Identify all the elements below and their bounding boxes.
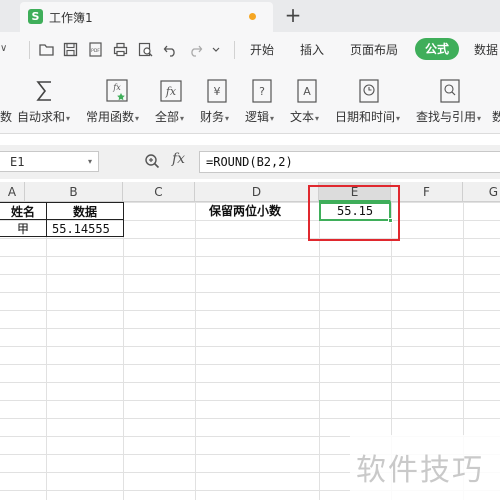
formula-text: =ROUND(B2,2) — [206, 155, 293, 169]
function-star-icon[interactable]: fx — [104, 78, 130, 104]
redo-icon[interactable] — [187, 41, 204, 58]
document-tab[interactable]: S 工作簿1 — [20, 2, 273, 32]
cell-b1[interactable]: 数据 — [46, 202, 124, 220]
undo-icon[interactable] — [162, 41, 179, 58]
cell-a1[interactable]: 姓名 — [0, 202, 47, 220]
cell-d1[interactable]: 保留两位小数 — [209, 202, 281, 220]
svg-text:PDF: PDF — [91, 48, 100, 54]
title-bar: S 工作簿1 + — [0, 0, 500, 32]
menu-bar: ∨ PDF 开始 插入 页面布局 公式 数据 — [0, 32, 500, 68]
text-functions-button[interactable]: 文本▾ — [290, 108, 319, 125]
name-box[interactable]: E1 ▾ — [0, 151, 99, 172]
new-tab-button[interactable]: + — [283, 3, 303, 27]
clock-book-icon[interactable] — [356, 78, 382, 104]
lookup-reference-button[interactable]: 查找与引用▾ — [416, 108, 481, 125]
menu-separator — [234, 41, 235, 59]
unsaved-indicator-dot — [249, 13, 256, 20]
print-icon[interactable] — [112, 41, 129, 58]
chevron-down-icon[interactable]: ▾ — [88, 157, 92, 166]
autosum-button[interactable]: 自动求和▾ — [17, 108, 70, 125]
open-folder-icon[interactable] — [38, 41, 55, 58]
svg-text:fx: fx — [165, 85, 177, 98]
fx-icon[interactable]: fx — [158, 78, 184, 104]
save-icon[interactable] — [62, 41, 79, 58]
formula-bar: E1 ▾ fx =ROUND(B2,2) — [0, 145, 500, 179]
svg-text:?: ? — [259, 85, 265, 98]
column-header-a[interactable]: A — [0, 182, 25, 202]
all-functions-button[interactable]: 全部▾ — [155, 108, 184, 125]
svg-text:¥: ¥ — [214, 85, 221, 98]
cell-b2[interactable]: 55.14555 — [46, 219, 124, 237]
quick-access-more-icon[interactable] — [211, 41, 221, 58]
date-time-button[interactable]: 日期和时间▾ — [335, 108, 400, 125]
formula-input[interactable]: =ROUND(B2,2) — [199, 151, 500, 173]
formula-ribbon: 数 自动求和▾ fx 常用函数▾ fx 全部▾ ¥ 财务▾ ? 逻辑▾ A 文本… — [0, 68, 500, 134]
search-book-icon[interactable] — [437, 78, 463, 104]
watermark: 软件技巧 — [350, 435, 500, 500]
sigma-icon[interactable] — [32, 78, 58, 104]
grid-line — [195, 202, 196, 500]
grid-line — [319, 202, 320, 500]
svg-text:A: A — [303, 85, 311, 98]
column-header-g[interactable]: G — [463, 182, 500, 202]
name-box-value: E1 — [10, 155, 25, 169]
grid-line — [46, 202, 47, 500]
financial-button[interactable]: 财务▾ — [200, 108, 229, 125]
zoom-icon[interactable] — [144, 153, 160, 169]
question-book-icon[interactable]: ? — [249, 78, 275, 104]
watermark-text: 软件技巧 — [356, 453, 484, 488]
print-preview-icon[interactable] — [137, 41, 154, 58]
window-strip — [323, 0, 500, 32]
ribbon-cut-label-left[interactable]: 数 — [0, 108, 12, 125]
document-tab-title: 工作簿1 — [49, 11, 93, 25]
menu-formulas[interactable]: 公式 — [415, 38, 459, 60]
text-book-icon[interactable]: A — [294, 78, 320, 104]
logical-button[interactable]: 逻辑▾ — [245, 108, 274, 125]
spreadsheet-app-icon: S — [28, 9, 43, 24]
menu-collapse-caret-icon[interactable]: ∨ — [0, 43, 7, 54]
common-functions-button[interactable]: 常用函数▾ — [86, 108, 139, 125]
column-header-b[interactable]: B — [25, 182, 123, 202]
menu-insert[interactable]: 插入 — [300, 41, 324, 58]
annotation-highlight-box — [308, 185, 400, 241]
menu-data[interactable]: 数据 — [474, 41, 498, 58]
insert-function-icon[interactable]: fx — [172, 151, 185, 167]
column-header-d[interactable]: D — [195, 182, 319, 202]
grid-line — [123, 202, 124, 500]
column-header-f[interactable]: F — [391, 182, 463, 202]
menu-page-layout[interactable]: 页面布局 — [350, 41, 398, 58]
column-header-c[interactable]: C — [123, 182, 195, 202]
ribbon-cut-label-right[interactable]: 数 — [492, 108, 500, 125]
svg-text:fx: fx — [112, 83, 121, 92]
menu-separator — [29, 41, 30, 59]
column-header-row: A B C D E F G — [0, 182, 500, 202]
export-pdf-icon[interactable]: PDF — [87, 41, 104, 58]
yen-book-icon[interactable]: ¥ — [204, 78, 230, 104]
cell-a2[interactable]: 甲 — [0, 219, 47, 237]
menu-home[interactable]: 开始 — [250, 41, 274, 58]
